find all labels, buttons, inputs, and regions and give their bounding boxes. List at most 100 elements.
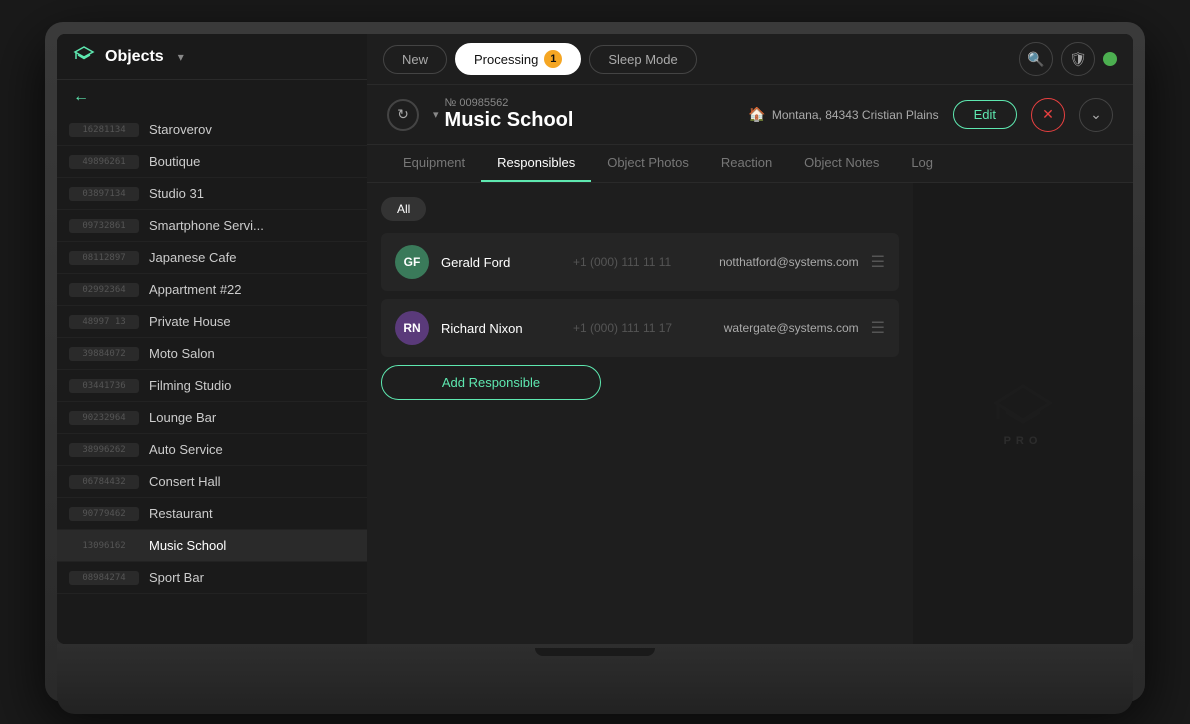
responsible-row: GF Gerald Ford +1 (000) 111 11 11 nottha… (381, 233, 899, 291)
object-address: 🏠 Montana, 84343 Cristian Plains (748, 106, 938, 123)
list-item-name: Consert Hall (149, 474, 221, 489)
list-item-id: 02992364 (69, 283, 139, 297)
list-item[interactable]: 38996262 Auto Service (57, 434, 367, 466)
sidebar: Objects ▾ ← 16281134 Staroverov 49896261… (57, 34, 367, 644)
responsible-phone: +1 (000) 111 11 11 (573, 255, 707, 269)
new-tab-button[interactable]: New (383, 45, 447, 74)
menu-icon[interactable]: ☰ (871, 318, 885, 338)
list-item[interactable]: 03897134 Studio 31 (57, 178, 367, 210)
list-item-id: 48997 13 (69, 315, 139, 329)
refresh-button[interactable]: ↻ (387, 99, 419, 131)
list-item[interactable]: 06784432 Consert Hall (57, 466, 367, 498)
sidebar-list: 16281134 Staroverov 49896261 Boutique 03… (57, 114, 367, 644)
menu-icon[interactable]: ☰ (871, 252, 885, 272)
processing-badge: 1 (544, 50, 562, 68)
list-item-name: Studio 31 (149, 186, 204, 201)
list-item[interactable]: 39884072 Moto Salon (57, 338, 367, 370)
list-item-id: 13096162 (69, 539, 139, 553)
responsible-phone: +1 (000) 111 11 17 (573, 321, 712, 335)
list-item-name: Lounge Bar (149, 410, 216, 425)
list-item-id: 06784432 (69, 475, 139, 489)
object-info: № 00985562 Music School (445, 97, 574, 132)
list-item-id: 03897134 (69, 187, 139, 201)
list-item-name: Smartphone Servi... (149, 218, 264, 233)
list-item-name: Appartment #22 (149, 282, 242, 297)
status-indicator (1103, 52, 1117, 66)
filter-all-button[interactable]: All (381, 197, 426, 221)
laptop-screen: Objects ▾ ← 16281134 Staroverov 49896261… (57, 34, 1133, 644)
edit-button[interactable]: Edit (953, 100, 1017, 129)
list-item[interactable]: 90232964 Lounge Bar (57, 402, 367, 434)
watermark-pro-text: PRO (1004, 435, 1043, 447)
tab-item-log[interactable]: Log (895, 145, 949, 182)
laptop-notch (535, 648, 655, 656)
list-item-name: Sport Bar (149, 570, 204, 585)
list-item[interactable]: 48997 13 Private House (57, 306, 367, 338)
list-item-name: Music School (149, 538, 226, 553)
expand-button[interactable]: ⌄ (1079, 98, 1113, 132)
topbar: New Processing 1 Sleep Mode 🔍 🛡 (367, 34, 1133, 85)
processing-tab-button[interactable]: Processing 1 (455, 43, 581, 75)
tab-item-responsibles[interactable]: Responsibles (481, 145, 591, 182)
object-header: ↻ ▾ № 00985562 Music School 🏠 Montana, 8… (367, 85, 1133, 145)
list-item-id: 38996262 (69, 443, 139, 457)
list-item-id: 16281134 (69, 123, 139, 137)
list-item-id: 08984274 (69, 571, 139, 585)
tab-item-reaction[interactable]: Reaction (705, 145, 788, 182)
tab-item-object-photos[interactable]: Object Photos (591, 145, 705, 182)
sidebar-header: Objects ▾ (57, 34, 367, 80)
list-item[interactable]: 09732861 Smartphone Servi... (57, 210, 367, 242)
tab-item-object-notes[interactable]: Object Notes (788, 145, 895, 182)
back-btn[interactable]: ← (57, 80, 105, 114)
list-item-name: Moto Salon (149, 346, 215, 361)
back-button[interactable]: ← (57, 80, 367, 114)
list-item-id: 03441736 (69, 379, 139, 393)
avatar: RN (395, 311, 429, 345)
app-container: Objects ▾ ← 16281134 Staroverov 49896261… (57, 34, 1133, 644)
responsibles-list: GF Gerald Ford +1 (000) 111 11 11 nottha… (381, 233, 899, 357)
laptop-base (57, 644, 1133, 714)
watermark-panel: PRO (913, 183, 1133, 644)
list-item-name: Private House (149, 314, 231, 329)
list-item-name: Auto Service (149, 442, 223, 457)
list-item-id: 39884072 (69, 347, 139, 361)
sleep-mode-button[interactable]: Sleep Mode (589, 45, 696, 74)
list-item[interactable]: 90779462 Restaurant (57, 498, 367, 530)
responsible-name: Gerald Ford (441, 255, 561, 270)
watermark-logo: PRO (988, 381, 1058, 447)
add-responsible-button[interactable]: Add Responsible (381, 365, 601, 400)
app-title: Objects (105, 48, 164, 66)
home-icon: 🏠 (748, 106, 765, 123)
list-item-id: 90232964 (69, 411, 139, 425)
list-item-id: 09732861 (69, 219, 139, 233)
list-item-name: Restaurant (149, 506, 213, 521)
list-item[interactable]: 02992364 Appartment #22 (57, 274, 367, 306)
avatar: GF (395, 245, 429, 279)
list-item[interactable]: 08984274 Sport Bar (57, 562, 367, 594)
dropdown-arrow-icon: ▾ (178, 50, 184, 64)
list-item-name: Boutique (149, 154, 200, 169)
tab-item-equipment[interactable]: Equipment (387, 145, 481, 182)
object-title: Music School (445, 109, 574, 132)
list-item-id: 49896261 (69, 155, 139, 169)
list-item-name: Filming Studio (149, 378, 231, 393)
list-item[interactable]: 08112897 Japanese Cafe (57, 242, 367, 274)
responsible-email: watergate@systems.com (724, 321, 859, 335)
list-item-id: 90779462 (69, 507, 139, 521)
list-item[interactable]: 16281134 Staroverov (57, 114, 367, 146)
list-item-name: Staroverov (149, 122, 212, 137)
shield-button[interactable]: 🛡 (1061, 42, 1095, 76)
delete-button[interactable]: ✕ (1031, 98, 1065, 132)
dropdown-small[interactable]: ▾ (433, 108, 439, 121)
list-item[interactable]: 49896261 Boutique (57, 146, 367, 178)
tab-row: EquipmentResponsiblesObject PhotosReacti… (367, 145, 1133, 183)
list-item[interactable]: 03441736 Filming Studio (57, 370, 367, 402)
responsible-name: Richard Nixon (441, 321, 561, 336)
search-button[interactable]: 🔍 (1019, 42, 1053, 76)
laptop-frame: Objects ▾ ← 16281134 Staroverov 49896261… (45, 22, 1145, 702)
logo-area: Objects ▾ (73, 46, 184, 67)
responsible-row: RN Richard Nixon +1 (000) 111 11 17 wate… (381, 299, 899, 357)
list-item[interactable]: 13096162 Music School (57, 530, 367, 562)
object-number: № 00985562 (445, 97, 574, 109)
main-content: New Processing 1 Sleep Mode 🔍 🛡 ↻ ▾ (367, 34, 1133, 644)
